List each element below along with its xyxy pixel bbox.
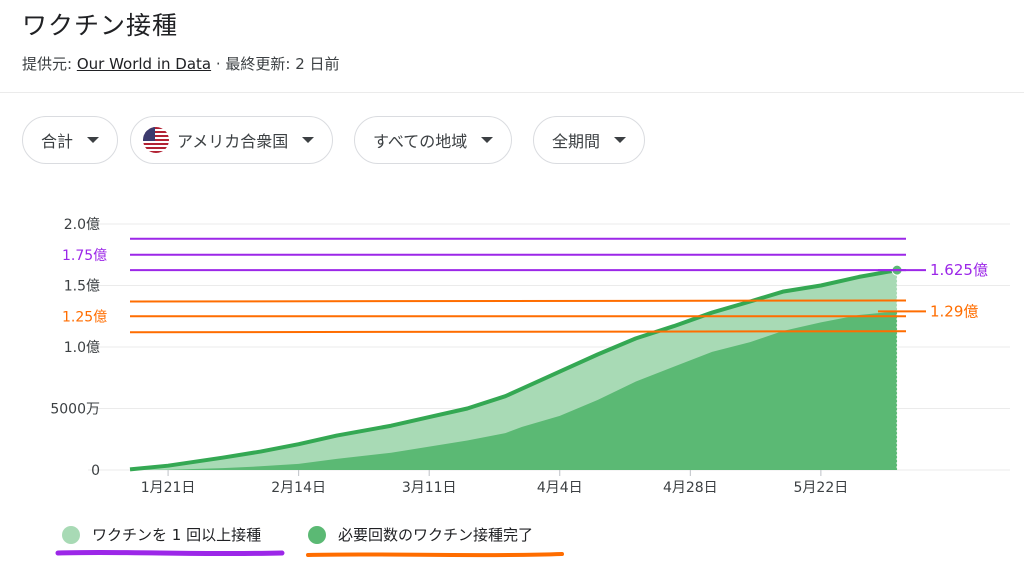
reference-line [129, 330, 907, 334]
updated-text: · 最終更新: 2 日前 [211, 55, 340, 73]
x-tick-label: 4月4日 [537, 480, 583, 496]
y-tick-label: 5000万 [50, 402, 100, 418]
source-prefix: 提供元: [22, 55, 77, 73]
annotation-label: 1.75億 [62, 248, 107, 264]
y-tick-label: 0 [91, 463, 100, 479]
metric-filter-dropdown[interactable]: 合計 [22, 116, 119, 164]
x-tick-label: 2月14日 [271, 480, 326, 496]
annotation-label: 1.625億 [930, 261, 988, 279]
y-tick-label: 2.0億 [64, 217, 100, 233]
chevron-down-icon [481, 137, 494, 143]
region-filter-label: すべての地域 [373, 132, 468, 151]
annotation-label: 1.29億 [930, 302, 978, 320]
source-line: 提供元: Our World in Data · 最終更新: 2 日前 [22, 53, 340, 74]
x-tick-label: 4月28日 [663, 480, 718, 496]
annotation-label: 1.25億 [62, 309, 107, 325]
metric-filter-label: 合計 [41, 132, 74, 151]
y-tick-label: 1.0億 [64, 340, 100, 356]
reference-line [129, 299, 907, 303]
region-filter-dropdown[interactable]: すべての地域 [354, 116, 513, 164]
source-link[interactable]: Our World in Data [77, 55, 211, 73]
y-tick-label: 1.5億 [64, 279, 100, 295]
chevron-down-icon [614, 137, 627, 143]
legend-underline-marks [55, 549, 564, 558]
x-tick-label: 1月21日 [141, 480, 196, 496]
legend-underline-purple [55, 549, 285, 557]
period-filter-label: 全期間 [552, 132, 601, 151]
country-filter-dropdown[interactable]: アメリカ合衆国 [130, 116, 334, 164]
page-title: ワクチン接種 [22, 11, 179, 40]
vaccination-chart[interactable]: 0 5000万 1.0億 1.5億 2.0億 1月21日 2月14日 3月11日 4月4日 4月… [0, 200, 1024, 530]
header-divider [0, 92, 1024, 93]
x-tick-label: 5月22日 [794, 480, 849, 496]
x-tick-label: 3月11日 [402, 480, 457, 496]
period-filter-dropdown[interactable]: 全期間 [533, 116, 646, 164]
us-flag-icon [143, 127, 169, 153]
chevron-down-icon [87, 137, 100, 143]
legend-underline-orange [306, 552, 564, 558]
country-filter-label: アメリカ合衆国 [177, 132, 289, 151]
chevron-down-icon [302, 137, 315, 143]
